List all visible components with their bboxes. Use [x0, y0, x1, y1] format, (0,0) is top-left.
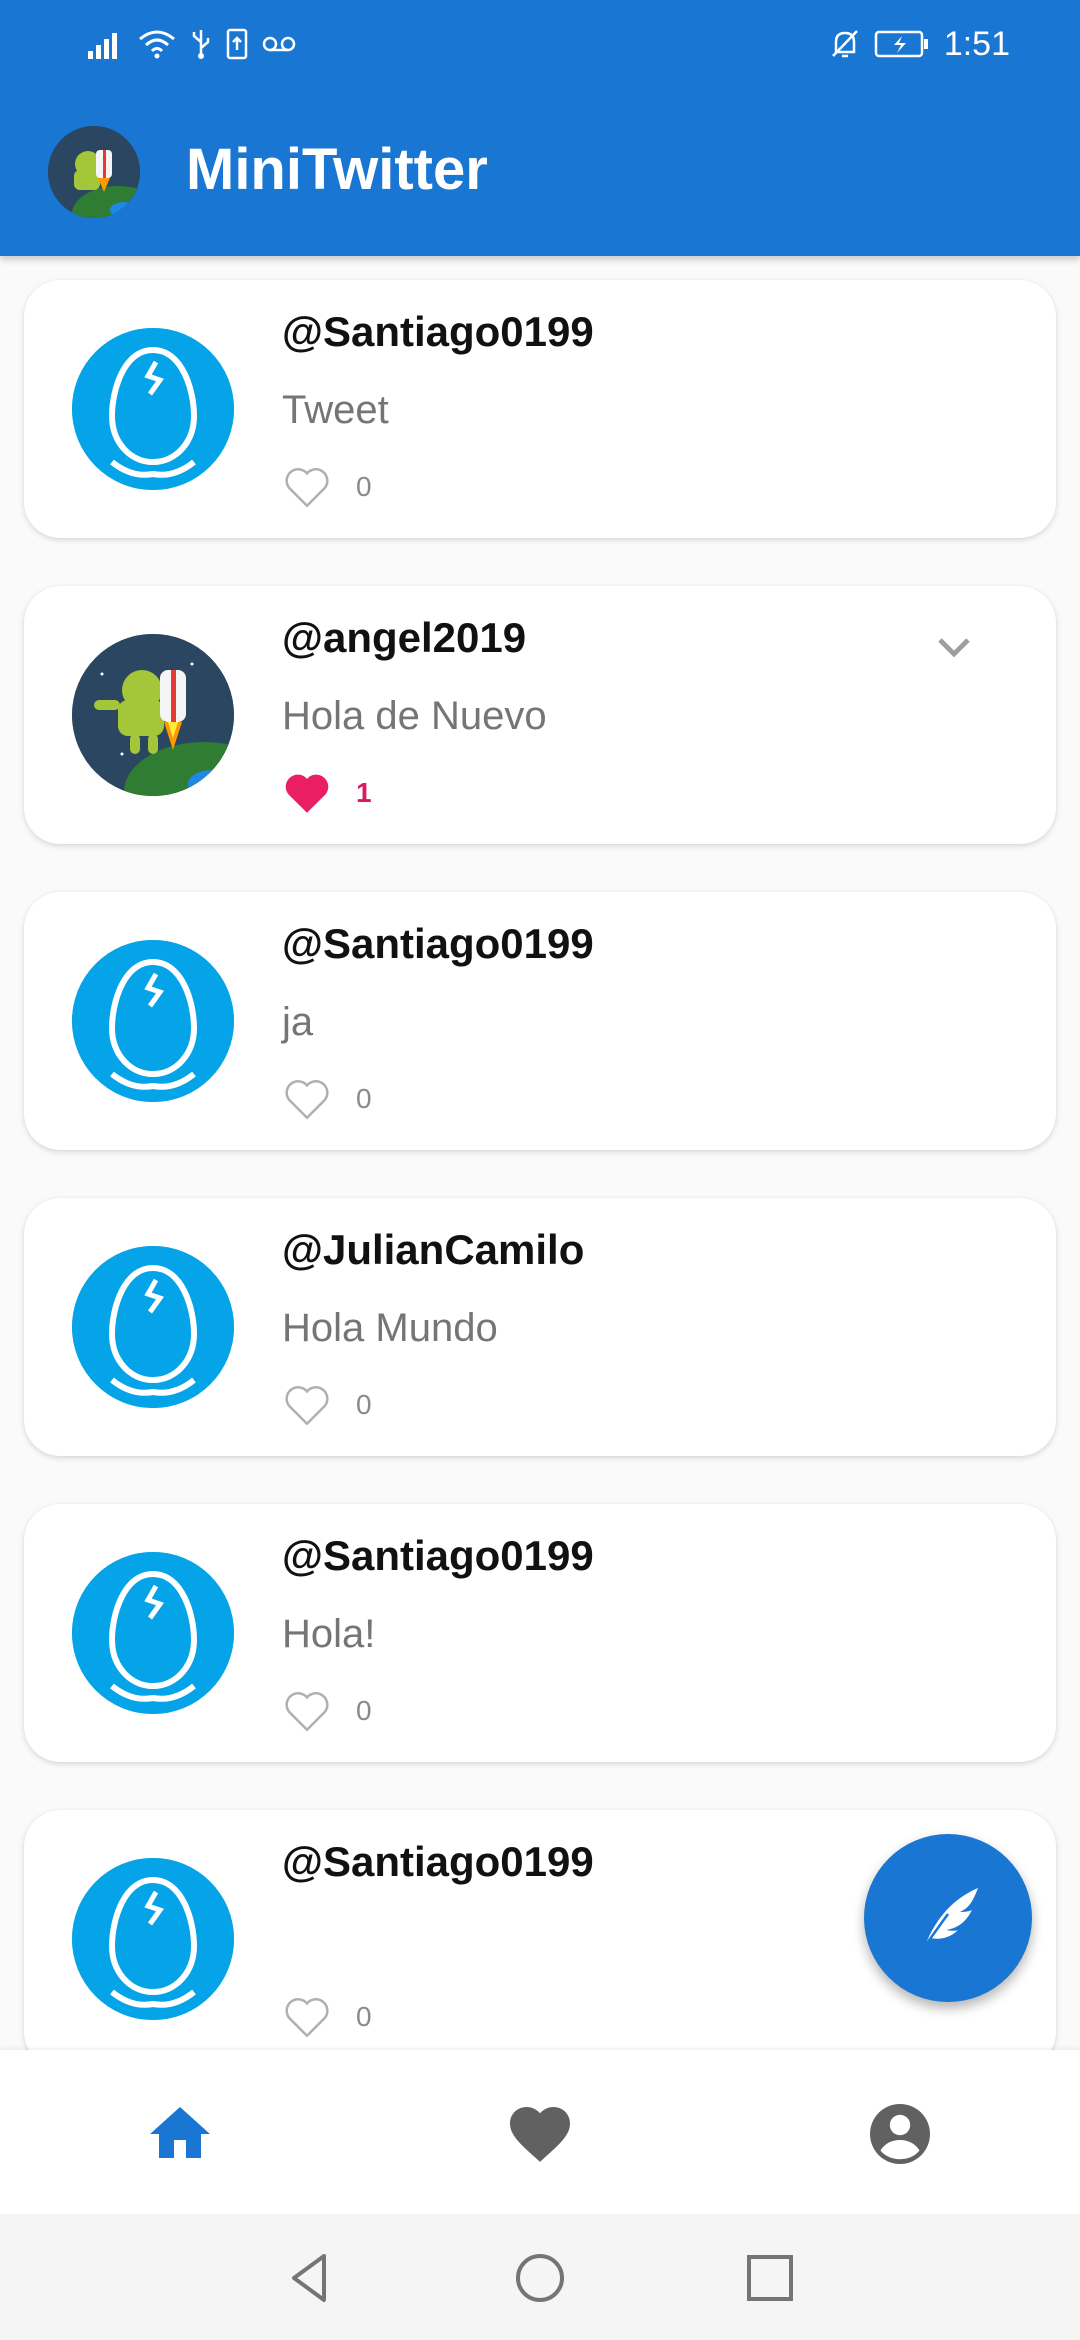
tweet-card[interactable]: @Santiago0199 ja 0: [24, 892, 1056, 1150]
like-count: 0: [356, 1083, 372, 1114]
heart-filled-icon[interactable]: [282, 770, 332, 816]
tweet-card[interactable]: @JulianCamilo Hola Mundo 0: [24, 1198, 1056, 1456]
tweet-feed[interactable]: @Santiago0199 Tweet 0 @angel2019 Hola de…: [0, 256, 1080, 2050]
like-count: 0: [356, 471, 372, 502]
tweet-username[interactable]: @angel2019: [282, 614, 526, 662]
voicemail-icon: [262, 36, 296, 52]
usb-icon: [192, 30, 210, 59]
status-time: 1:51: [943, 24, 1010, 63]
tweet-message: ja: [282, 1000, 314, 1044]
app-bar: MiniTwitter: [0, 90, 1080, 256]
like-section: 0: [282, 1382, 372, 1428]
notifications-off-icon: [831, 30, 858, 58]
tweet-message: Hola!: [282, 1612, 376, 1656]
heart-outline-icon[interactable]: [282, 464, 332, 510]
heart-icon[interactable]: [504, 2098, 576, 2170]
status-bar: 1:51: [0, 0, 1080, 90]
like-count: 0: [356, 1389, 372, 1420]
wifi-icon: [139, 30, 175, 59]
heart-outline-icon[interactable]: [282, 1994, 332, 2040]
egg-avatar[interactable]: [72, 1246, 234, 1408]
tweet-username[interactable]: @Santiago0199: [282, 1532, 594, 1580]
egg-avatar[interactable]: [72, 1552, 234, 1714]
status-left-icons: [88, 22, 296, 66]
account-circle-icon[interactable]: [864, 2098, 936, 2170]
like-count: 0: [356, 1695, 372, 1726]
like-section: 0: [282, 1688, 372, 1734]
tweet-card[interactable]: @angel2019 Hola de Nuevo 1: [24, 586, 1056, 844]
tweet-card[interactable]: @Santiago0199 Hola! 0: [24, 1504, 1056, 1762]
app-title: MiniTwitter: [186, 137, 488, 202]
tweet-username[interactable]: @Santiago0199: [282, 308, 594, 356]
feather-icon: [920, 1888, 978, 1951]
like-section: 1: [282, 770, 372, 816]
tweet-message: Hola de Nuevo: [282, 694, 547, 738]
heart-outline-icon[interactable]: [282, 1688, 332, 1734]
new-tweet-button[interactable]: [864, 1834, 1032, 2002]
sim-icon: [226, 28, 248, 60]
like-count: 0: [356, 2001, 372, 2032]
like-count: 1: [356, 777, 372, 808]
home-icon[interactable]: [144, 2098, 216, 2170]
system-navigation-bar: [0, 2214, 1080, 2340]
home-circle-icon[interactable]: [510, 2248, 570, 2308]
egg-avatar[interactable]: [72, 940, 234, 1102]
bottom-navigation: [0, 2050, 1080, 2214]
like-section: 0: [282, 1076, 372, 1122]
tweet-message: Hola Mundo: [282, 1306, 498, 1350]
egg-avatar[interactable]: [72, 1858, 234, 2020]
tweet-username[interactable]: @Santiago0199: [282, 920, 594, 968]
like-section: 0: [282, 464, 372, 510]
egg-avatar[interactable]: [72, 328, 234, 490]
recents-icon[interactable]: [740, 2248, 800, 2308]
tweet-username[interactable]: @Santiago0199: [282, 1838, 594, 1886]
tweet-card[interactable]: @Santiago0199 Tweet 0: [24, 280, 1056, 538]
android-astronaut-avatar[interactable]: [72, 634, 234, 796]
chevron-down-icon[interactable]: [930, 622, 978, 670]
status-right-icons: 1:51: [830, 22, 1010, 66]
back-icon[interactable]: [280, 2248, 340, 2308]
battery-charging-icon: [874, 30, 928, 58]
heart-outline-icon[interactable]: [282, 1076, 332, 1122]
tweet-username[interactable]: @JulianCamilo: [282, 1226, 584, 1274]
tweet-message: Tweet: [282, 388, 389, 432]
heart-outline-icon[interactable]: [282, 1382, 332, 1428]
like-section: 0: [282, 1994, 372, 2040]
profile-avatar[interactable]: [48, 126, 140, 218]
signal-icon: [88, 33, 117, 59]
